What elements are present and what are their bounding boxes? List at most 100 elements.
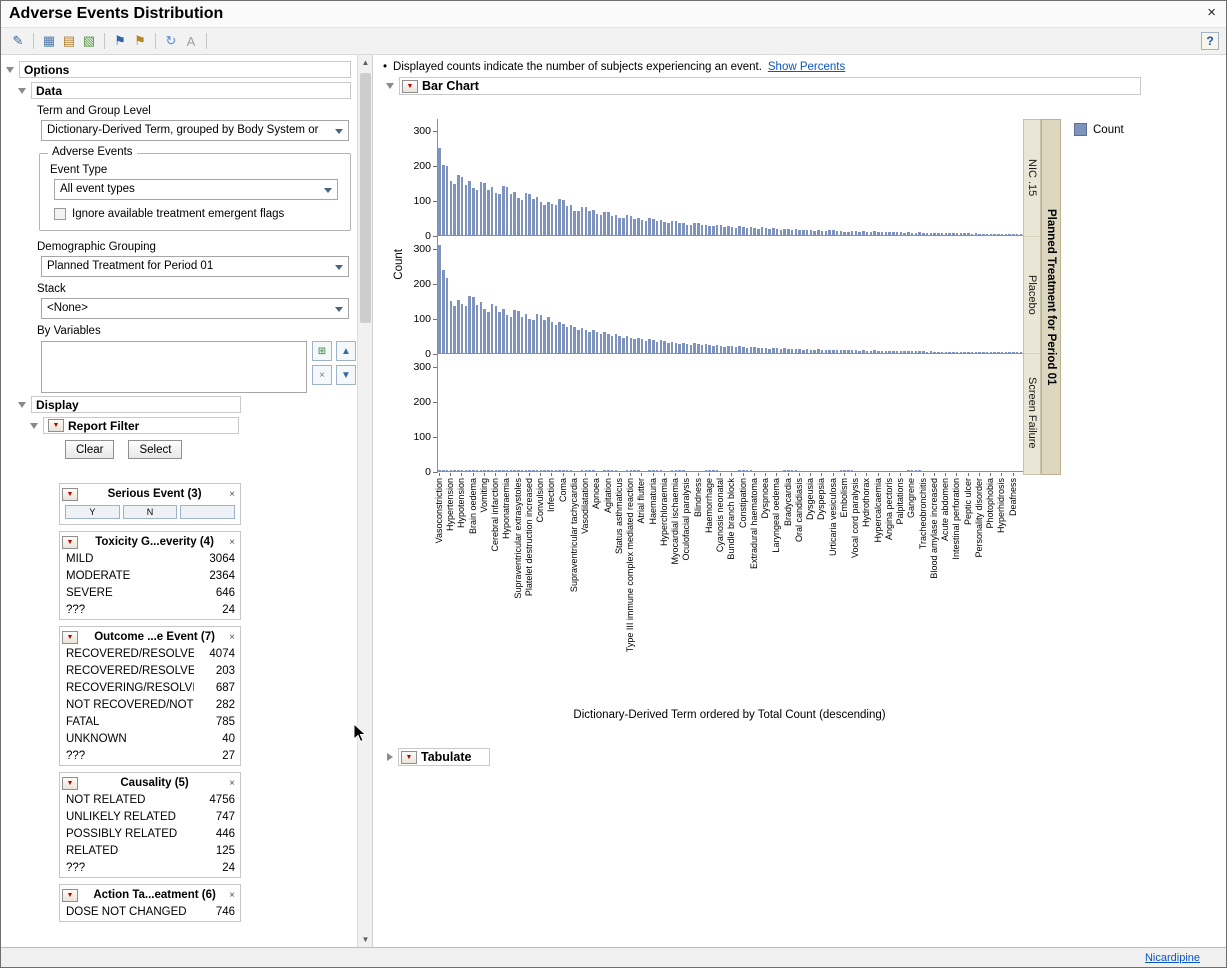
bar[interactable] xyxy=(690,345,693,353)
tabulate-header[interactable]: ▼ Tabulate xyxy=(398,748,490,766)
bar[interactable] xyxy=(581,470,584,471)
bar[interactable] xyxy=(678,344,681,353)
bar[interactable] xyxy=(585,470,588,471)
bar[interactable] xyxy=(937,233,940,235)
bar[interactable] xyxy=(922,351,925,353)
bar[interactable] xyxy=(843,232,846,236)
bar[interactable] xyxy=(551,204,554,235)
bar[interactable] xyxy=(851,350,854,353)
bar[interactable] xyxy=(656,221,659,235)
bar[interactable] xyxy=(787,470,790,471)
bar[interactable] xyxy=(761,227,764,235)
bar[interactable] xyxy=(795,470,798,471)
disclosure-icon[interactable] xyxy=(18,402,26,408)
bar[interactable] xyxy=(693,343,696,353)
ignore-flags-checkbox[interactable] xyxy=(54,208,66,220)
move-down-icon[interactable]: ▼ xyxy=(336,365,356,385)
filter-level-button[interactable] xyxy=(180,505,235,519)
options-header[interactable]: Options xyxy=(19,61,351,78)
filter-row[interactable]: POSSIBLY RELATED446 xyxy=(60,826,240,843)
bar[interactable] xyxy=(663,341,666,353)
bar[interactable] xyxy=(487,190,490,235)
bar[interactable] xyxy=(877,351,880,353)
bar[interactable] xyxy=(847,232,850,235)
by-variables-listbox[interactable] xyxy=(41,341,307,393)
bar[interactable] xyxy=(588,470,591,471)
bar[interactable] xyxy=(926,352,929,354)
bar[interactable] xyxy=(528,319,531,353)
layout-icon[interactable]: ▦ xyxy=(40,32,58,50)
bar[interactable] xyxy=(915,233,918,235)
bar[interactable] xyxy=(978,234,981,235)
bar[interactable] xyxy=(858,232,861,235)
bar[interactable] xyxy=(907,470,910,471)
bar[interactable] xyxy=(573,327,576,353)
bar[interactable] xyxy=(622,218,625,235)
bar[interactable] xyxy=(866,232,869,235)
bar[interactable] xyxy=(596,214,599,235)
bar[interactable] xyxy=(517,470,520,471)
bar[interactable] xyxy=(465,306,468,353)
bar[interactable] xyxy=(723,347,726,353)
scroll-up-icon[interactable]: ▲ xyxy=(358,55,373,70)
bar[interactable] xyxy=(468,181,471,235)
bar[interactable] xyxy=(656,470,659,471)
bar[interactable] xyxy=(465,470,468,471)
bar[interactable] xyxy=(442,270,445,353)
bar[interactable] xyxy=(738,470,741,471)
data-table-icon[interactable]: ▤ xyxy=(60,32,78,50)
bar[interactable] xyxy=(476,190,479,235)
bar[interactable] xyxy=(1001,234,1004,235)
bar[interactable] xyxy=(885,351,888,353)
bar[interactable] xyxy=(738,346,741,353)
bar[interactable] xyxy=(911,351,914,353)
bar[interactable] xyxy=(502,186,505,235)
bar[interactable] xyxy=(873,350,876,353)
bar[interactable] xyxy=(750,347,753,353)
bar[interactable] xyxy=(525,314,528,353)
bar[interactable] xyxy=(581,328,584,353)
bar[interactable] xyxy=(540,202,543,235)
disclosure-icon[interactable] xyxy=(386,83,394,89)
close-filter-icon[interactable]: × xyxy=(227,489,237,500)
bar[interactable] xyxy=(487,470,490,471)
bar[interactable] xyxy=(675,343,678,354)
bar[interactable] xyxy=(708,470,711,471)
bar[interactable] xyxy=(1012,234,1015,235)
bar[interactable] xyxy=(630,470,633,471)
bar[interactable] xyxy=(585,207,588,235)
bar[interactable] xyxy=(555,470,558,471)
bar[interactable] xyxy=(543,205,546,235)
refresh-icon[interactable]: ↻ xyxy=(162,32,180,50)
filter-row[interactable]: SEVERE646 xyxy=(60,585,240,602)
bar[interactable] xyxy=(821,350,824,354)
bar[interactable] xyxy=(570,325,573,353)
bar[interactable] xyxy=(506,187,509,235)
close-icon[interactable]: × xyxy=(1207,4,1216,21)
bar[interactable] xyxy=(997,352,1000,353)
bar[interactable] xyxy=(836,350,839,353)
bar[interactable] xyxy=(450,470,453,471)
bar[interactable] xyxy=(577,211,580,235)
bar[interactable] xyxy=(843,350,846,353)
sidebar-scrollbar[interactable]: ▲ ▼ xyxy=(357,55,372,947)
bar[interactable] xyxy=(712,226,715,235)
bar[interactable] xyxy=(926,233,929,235)
close-filter-icon[interactable]: × xyxy=(227,778,237,789)
bar[interactable] xyxy=(468,470,471,471)
bar[interactable] xyxy=(795,229,798,235)
filter-row[interactable]: NOT RECOVERED/NOT RE...282 xyxy=(60,697,240,714)
bar[interactable] xyxy=(993,234,996,235)
bar[interactable] xyxy=(877,232,880,236)
filter-row[interactable]: DOSE NOT CHANGED746 xyxy=(60,904,240,921)
bar[interactable] xyxy=(806,230,809,235)
bar[interactable] xyxy=(517,198,520,235)
bar[interactable] xyxy=(510,470,513,471)
bar[interactable] xyxy=(978,352,981,353)
close-filter-icon[interactable]: × xyxy=(227,537,237,548)
bar[interactable] xyxy=(963,233,966,235)
bar[interactable] xyxy=(450,301,453,354)
bar[interactable] xyxy=(566,206,569,235)
bar[interactable] xyxy=(671,342,674,354)
filter-row[interactable]: MILD3064 xyxy=(60,551,240,568)
